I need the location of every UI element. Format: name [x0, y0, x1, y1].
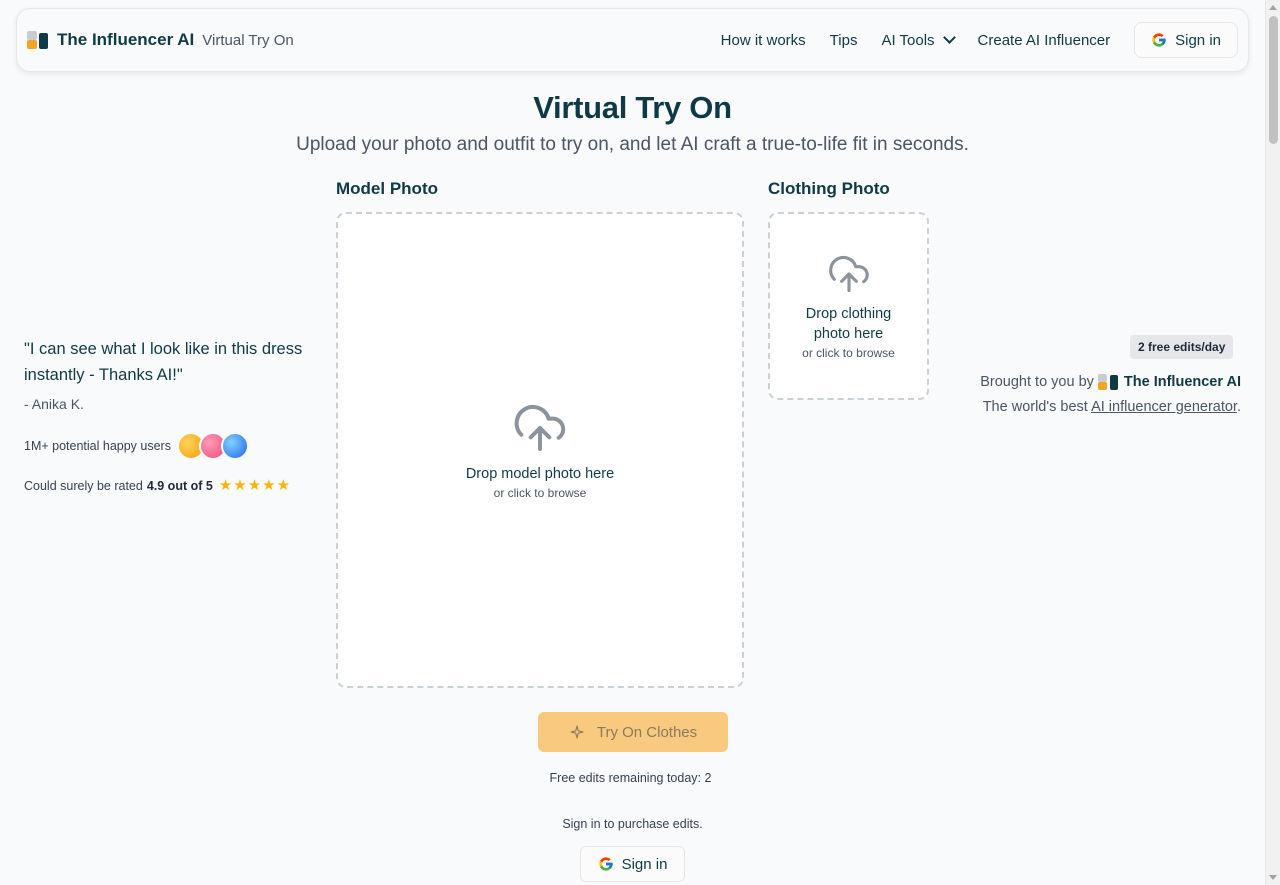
upload-cloud-icon: [828, 255, 869, 293]
rating-stars: ★ ★ ★ ★ ★: [219, 478, 290, 493]
signin-purchase-text: Sign in to purchase edits.: [562, 817, 703, 831]
model-photo-dropzone[interactable]: Drop model photo here or click to browse: [336, 212, 744, 688]
page-subtitle: Upload your photo and outfit to try on, …: [296, 134, 969, 155]
clothing-photo-dropzone[interactable]: Drop clothing photo here or click to bro…: [768, 212, 929, 400]
worlds-best-suffix: .: [1236, 399, 1241, 415]
worlds-best-prefix: The world's best: [982, 399, 1088, 415]
scroll-up-arrow-icon[interactable]: [1269, 5, 1277, 10]
testimonial-quote: "I can see what I look like in this dres…: [24, 340, 303, 384]
page-scrollbar[interactable]: [1265, 0, 1280, 885]
nav-how-it-works[interactable]: How it works: [721, 32, 806, 49]
brand-logo-icon: [27, 31, 49, 49]
try-on-label: Try On Clothes: [596, 723, 698, 741]
nav-tips[interactable]: Tips: [830, 32, 858, 49]
rating-value: 4.9 out of 5: [146, 478, 213, 493]
avatar: [220, 432, 249, 460]
brought-by-text: Brought to you by: [980, 374, 1094, 390]
bottom-signin-button[interactable]: Sign in: [580, 846, 685, 882]
clothing-photo-label: Clothing Photo: [768, 179, 890, 198]
happy-users: 1M+ potential happy users: [24, 432, 249, 460]
page-title: Virtual Try On: [533, 90, 732, 125]
brand-name: The Influencer AI: [57, 30, 195, 49]
brand-subtitle: Virtual Try On: [202, 31, 294, 49]
ai-influencer-generator-link[interactable]: AI influencer generator: [1091, 399, 1237, 415]
header-signin-button[interactable]: Sign in: [1134, 22, 1238, 58]
testimonial-author: - Anika K.: [24, 396, 84, 412]
nav-ai-tools-label: AI Tools: [881, 31, 935, 49]
star-icon: ★: [262, 477, 276, 494]
brought-by-brand[interactable]: The Influencer AI: [1124, 374, 1241, 390]
model-drop-hint: or click to browse: [493, 486, 587, 500]
free-edits-badge: 2 free edits/day: [1130, 335, 1234, 359]
free-edits-remaining: Free edits remaining today: 2: [549, 771, 712, 785]
star-icon: ★: [247, 477, 262, 494]
try-on-clothes-button[interactable]: Try On Clothes: [538, 712, 728, 752]
rating: Could surely be rated 4.9 out of 5 ★ ★ ★…: [24, 478, 290, 493]
scroll-thumb[interactable]: [1269, 16, 1278, 144]
page: The Influencer AI Virtual Try On How it …: [0, 0, 1265, 885]
logo[interactable]: The Influencer AI Virtual Try On: [27, 30, 294, 50]
star-icon: ★: [276, 477, 291, 494]
nav-menu: How it works Tips AI Tools Create AI Inf…: [721, 22, 1238, 58]
brand-logo-icon: [1097, 374, 1120, 390]
sparkle-icon: [570, 725, 584, 739]
star-icon: ★: [218, 477, 233, 494]
nav-ai-tools[interactable]: AI Tools: [881, 31, 956, 49]
upload-cloud-icon: [514, 405, 566, 451]
clothing-drop-text: Drop clothing photo here: [805, 306, 892, 342]
model-drop-text: Drop model photo here: [465, 466, 615, 482]
top-navbar: The Influencer AI Virtual Try On How it …: [16, 8, 1249, 72]
google-icon: [1152, 33, 1166, 47]
nav-create-ai-influencer[interactable]: Create AI Influencer: [978, 32, 1111, 49]
model-photo-label: Model Photo: [336, 179, 438, 198]
worlds-best: The world's best AI influencer generator…: [983, 399, 1241, 415]
rating-prefix: Could surely be rated: [24, 478, 143, 493]
google-icon: [598, 857, 613, 871]
brought-by: Brought to you by The Influencer AI: [980, 374, 1241, 390]
happy-users-text: 1M+ potential happy users: [24, 439, 171, 453]
header-signin-label: Sign in: [1175, 31, 1221, 49]
scroll-down-arrow-icon[interactable]: [1269, 875, 1277, 880]
clothing-drop-hint: or click to browse: [802, 346, 895, 360]
chevron-down-icon: [942, 31, 956, 44]
avatar-group: [176, 432, 249, 460]
bottom-signin-label: Sign in: [621, 855, 668, 873]
star-icon: ★: [233, 477, 247, 494]
